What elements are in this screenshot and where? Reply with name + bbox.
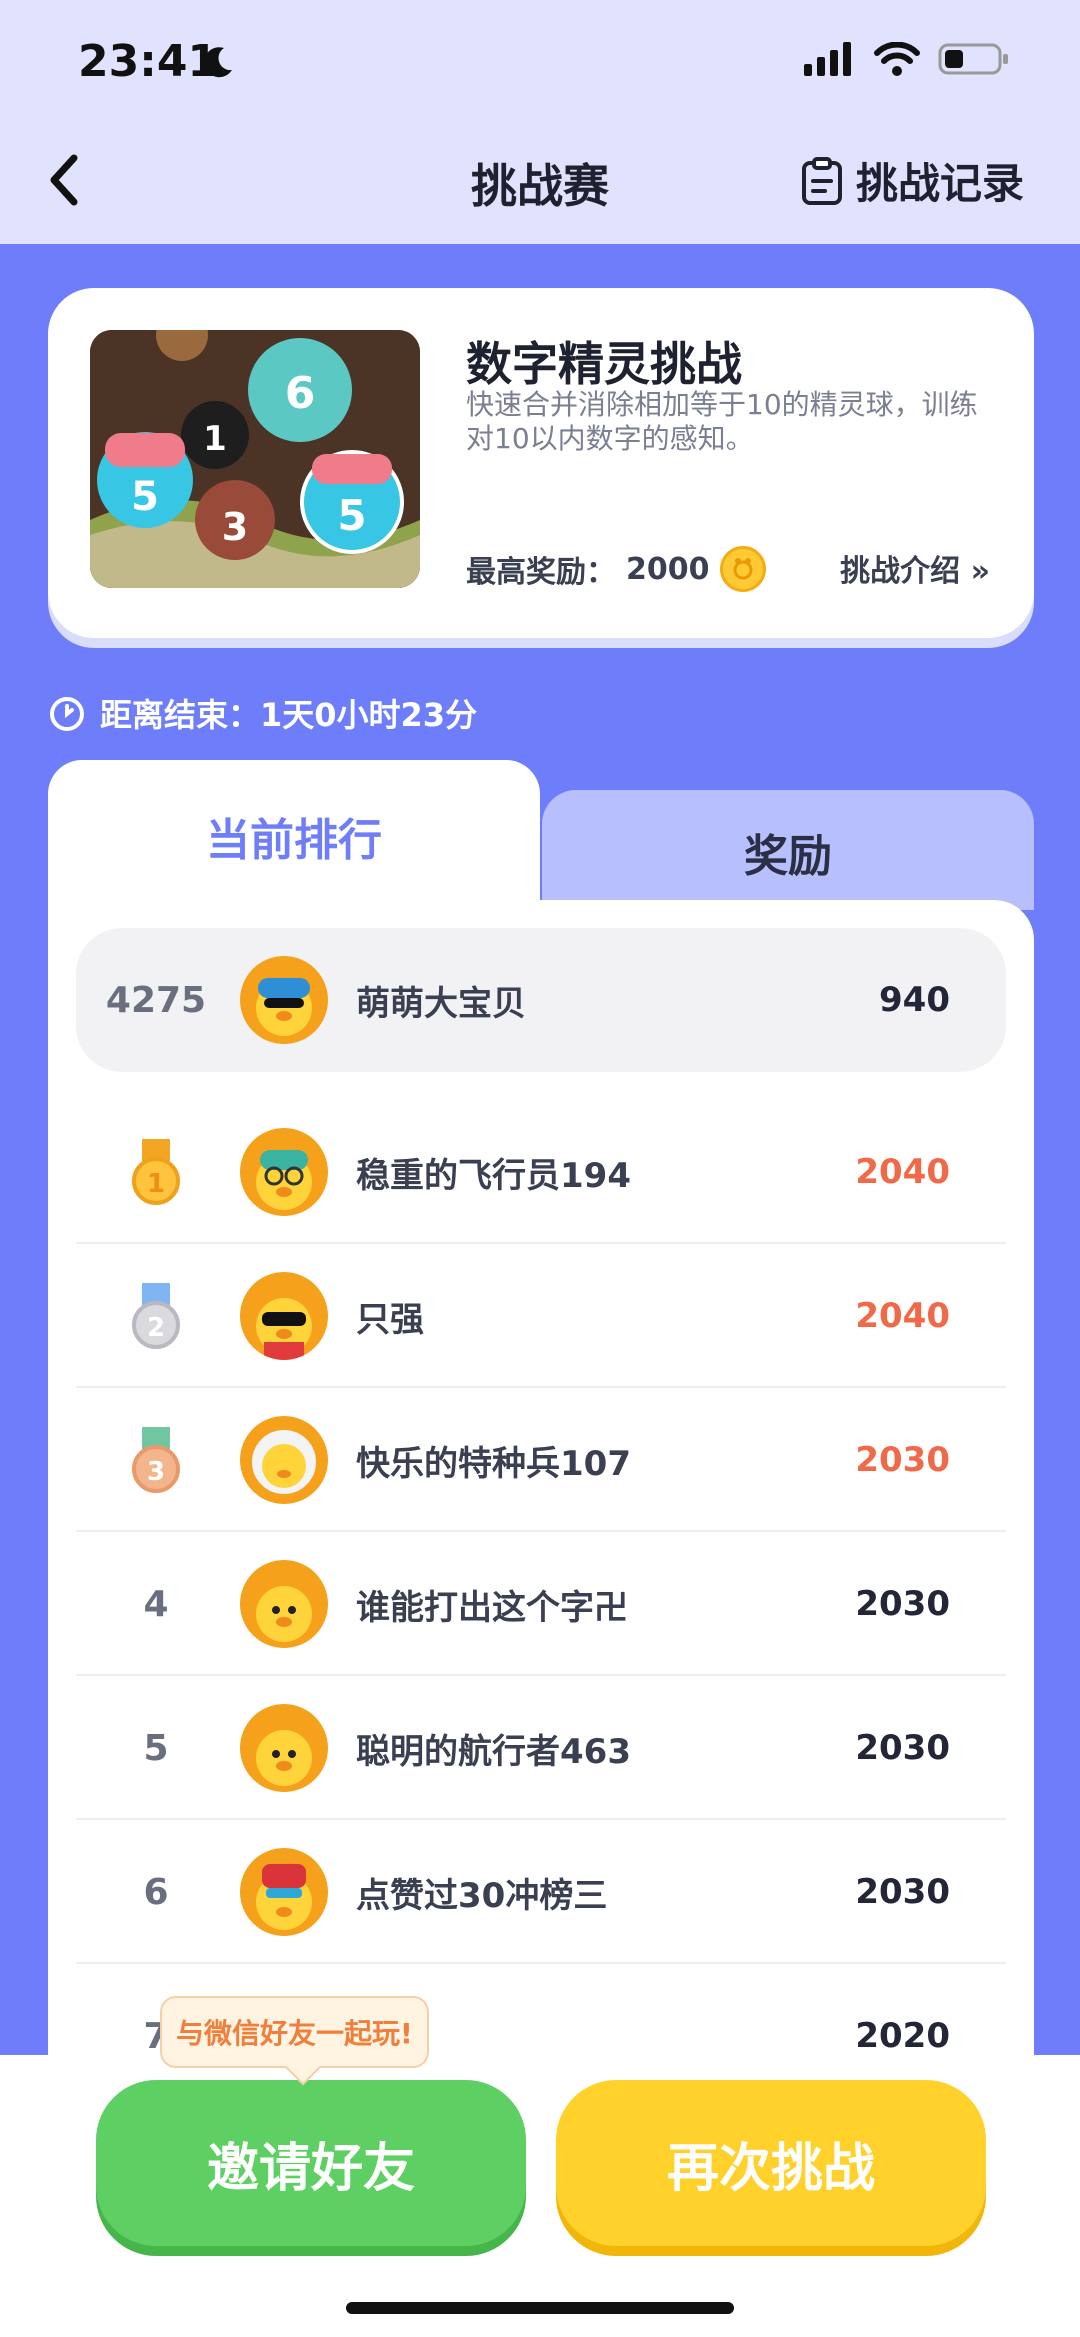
my-username: 萌萌大宝贝 — [356, 983, 526, 1024]
game-name: 数字精灵挑战 — [466, 337, 742, 391]
svg-text:6: 6 — [285, 368, 316, 419]
score: 2040 — [855, 1296, 950, 1336]
rank-number: 4 — [143, 1583, 169, 1625]
score: 2030 — [855, 1728, 950, 1768]
invite-friends-button[interactable]: 邀请好友 — [96, 2080, 526, 2246]
avatar — [240, 1416, 328, 1504]
game-thumbnail: 6 1 5 3 5 — [90, 330, 420, 588]
score: 2030 — [855, 1584, 950, 1624]
top-bar: 23:41 挑战赛 挑战记录 — [0, 0, 1080, 244]
tab-rewards[interactable]: 奖励 — [542, 790, 1034, 910]
clipboard-icon — [801, 156, 842, 205]
my-rank-row: 4275 萌萌大宝贝 940 — [76, 928, 1006, 1072]
username: 点赞过30冲榜三 — [356, 1875, 608, 1916]
score: 2040 — [855, 1152, 950, 1192]
game-card[interactable]: 6 1 5 3 5 数字精灵挑战 快速合并消除相加等于10的精灵球，训练对10以… — [48, 288, 1034, 638]
rank-number: 5 — [143, 1727, 169, 1769]
username: 稳重的飞行员194 — [356, 1155, 631, 1196]
score: 2030 — [855, 1440, 950, 1480]
challenge-intro-link[interactable]: 挑战介绍 » — [840, 546, 990, 590]
max-reward-label: 最高奖励： — [466, 555, 616, 590]
avatar — [240, 1560, 328, 1648]
table-row: 5 聪明的航行者463 2030 — [76, 1676, 1006, 1820]
svg-text:3: 3 — [222, 505, 248, 549]
max-reward: 最高奖励： 2000 — [466, 546, 766, 592]
avatar — [240, 956, 328, 1044]
timer-icon — [50, 697, 84, 731]
challenge-record-label: 挑战记录 — [855, 159, 1024, 208]
status-icons — [804, 42, 1010, 76]
wifi-icon — [874, 42, 920, 76]
countdown: 距离结束：1天0小时23分 — [48, 690, 477, 736]
game-description: 快速合并消除相加等于10的精灵球，训练对10以内数字的感知。 — [466, 388, 978, 455]
my-rank-number: 4275 — [105, 979, 207, 1021]
game-thumbnail-art: 6 1 5 3 5 — [90, 330, 420, 588]
max-reward-value: 2000 — [626, 551, 710, 587]
medal-rank: 2 — [147, 1313, 165, 1343]
table-row: 2 只强 2040 — [76, 1244, 1006, 1388]
avatar — [240, 1128, 328, 1216]
invite-tooltip: 与微信好友一起玩! — [160, 1996, 429, 2068]
svg-text:5: 5 — [337, 491, 366, 540]
signal-icon — [804, 42, 851, 76]
table-row: 1 稳重的飞行员194 2040 — [76, 1100, 1006, 1244]
svg-text:5: 5 — [131, 474, 159, 520]
medal-rank: 1 — [147, 1169, 165, 1199]
avatar — [240, 1848, 328, 1936]
table-row: 6 点赞过30冲榜三 2030 — [76, 1820, 1006, 1964]
username: 只强 — [356, 1299, 424, 1340]
my-score: 940 — [879, 980, 950, 1020]
table-row: 3 快乐的特种兵107 2030 — [76, 1388, 1006, 1532]
avatar — [240, 1272, 328, 1360]
table-row: 4 谁能打出这个字卍 2030 — [76, 1532, 1006, 1676]
username: 谁能打出这个字卍 — [356, 1587, 628, 1628]
countdown-label: 距离结束：1天0小时23分 — [100, 696, 478, 734]
avatar — [240, 1704, 328, 1792]
home-indicator[interactable] — [346, 2302, 734, 2314]
username: 快乐的特种兵107 — [356, 1443, 631, 1484]
coin-icon — [719, 546, 766, 592]
retry-challenge-button[interactable]: 再次挑战 — [556, 2080, 986, 2246]
tab-current-ranking[interactable]: 当前排行 — [48, 760, 540, 910]
svg-text:1: 1 — [203, 419, 227, 459]
medal-rank: 3 — [147, 1457, 165, 1487]
battery-icon — [938, 43, 1008, 75]
rank-number: 6 — [143, 1871, 169, 1913]
bronze-medal-icon: 3 — [76, 1388, 236, 1532]
gold-medal-icon: 1 — [76, 1100, 236, 1244]
moon-icon — [204, 47, 232, 78]
silver-medal-icon: 2 — [76, 1244, 236, 1388]
score: 2030 — [855, 1872, 950, 1912]
username: 聪明的航行者463 — [356, 1731, 631, 1772]
challenge-record-button[interactable]: 挑战记录 — [800, 150, 1024, 211]
